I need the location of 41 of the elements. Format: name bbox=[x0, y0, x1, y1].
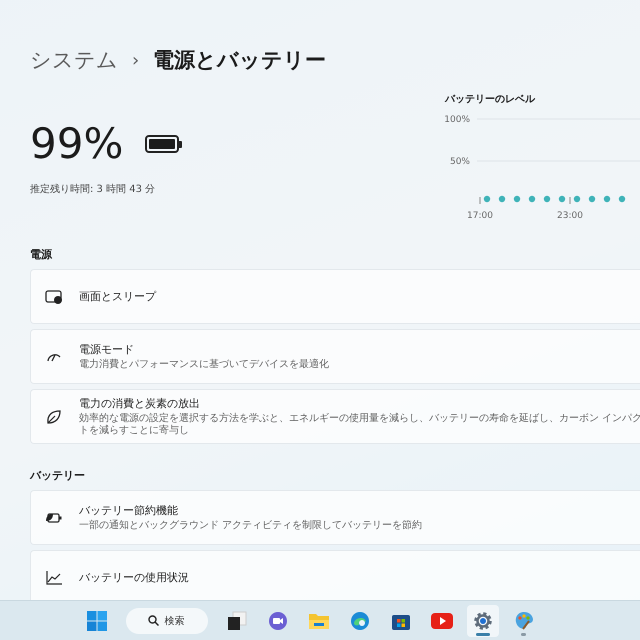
chart-title: バッテリーのレベル bbox=[445, 93, 536, 106]
settings-card[interactable]: バッテリー節約機能 一部の通知とバックグラウンド アクティビティを制限してバッテリーを節約 bbox=[30, 490, 640, 545]
play-button-icon[interactable] bbox=[430, 612, 452, 628]
card-title: 電力の消費と炭素の放出 bbox=[79, 396, 201, 411]
axis-label: 50% bbox=[450, 157, 470, 167]
search-icon bbox=[148, 615, 158, 626]
page-title: 電源とバッテリー bbox=[153, 47, 326, 74]
section-heading: バッテリー bbox=[30, 468, 85, 483]
task-view-icon[interactable] bbox=[226, 610, 246, 630]
card-title: バッテリーの使用状況 bbox=[79, 570, 189, 585]
palette-icon[interactable] bbox=[514, 610, 534, 630]
axis-label: 17:00 bbox=[467, 211, 493, 221]
settings-card[interactable]: 電源モード 電力消費とパフォーマンスに基づいてデバイスを最適化 bbox=[30, 329, 640, 384]
remaining-time: 推定残り時間: 3 時間 43 分 bbox=[30, 182, 156, 196]
card-title: 電源モード bbox=[79, 342, 135, 357]
axis-label: 100% bbox=[445, 115, 470, 125]
card-title: バッテリー節約機能 bbox=[79, 503, 179, 518]
settings-card[interactable]: バッテリーの使用状況 bbox=[30, 550, 640, 600]
gear-icon[interactable] bbox=[472, 610, 492, 630]
leaf-icon bbox=[45, 408, 63, 426]
settings-card[interactable]: 電力の消費と炭素の放出 効率的な電源の設定を選択する方法を学ぶと、エネルギーの使用量を減らし、バッテリーの寿命を延ばし、カーボン インパクトを減らすことに寄与し bbox=[30, 389, 640, 444]
running-indicator bbox=[476, 632, 490, 636]
card-title: 画面とスリープ bbox=[79, 289, 156, 304]
windows-logo-icon[interactable] bbox=[86, 610, 106, 630]
battery-leaf-icon bbox=[45, 510, 63, 524]
search-box[interactable]: 検索 bbox=[126, 608, 208, 634]
settings-card[interactable]: 画面とスリープ bbox=[30, 269, 640, 324]
breadcrumb-separator: › bbox=[132, 50, 140, 70]
video-chat-icon[interactable] bbox=[268, 610, 288, 630]
search-placeholder: 検索 bbox=[164, 614, 184, 628]
card-description: 効率的な電源の設定を選択する方法を学ぶと、エネルギーの使用量を減らし、バッテリーの寿命を延ばし、カーボン インパクトを減らすことに寄与し bbox=[79, 413, 640, 437]
line-graph-icon bbox=[45, 570, 63, 586]
battery-icon bbox=[145, 134, 184, 154]
browser-swirl-icon[interactable] bbox=[350, 610, 370, 630]
battery-percentage: 99% bbox=[30, 120, 124, 168]
running-indicator bbox=[521, 632, 526, 636]
card-description: 電力消費とパフォーマンスに基づいてデバイスを最適化 bbox=[79, 359, 329, 371]
section-heading: 電源 bbox=[30, 247, 52, 262]
axis-label: 23:00 bbox=[557, 211, 583, 221]
breadcrumb-parent[interactable]: システム bbox=[30, 46, 118, 74]
card-description: 一部の通知とバックグラウンド アクティビティを制限してバッテリーを節約 bbox=[79, 520, 422, 532]
